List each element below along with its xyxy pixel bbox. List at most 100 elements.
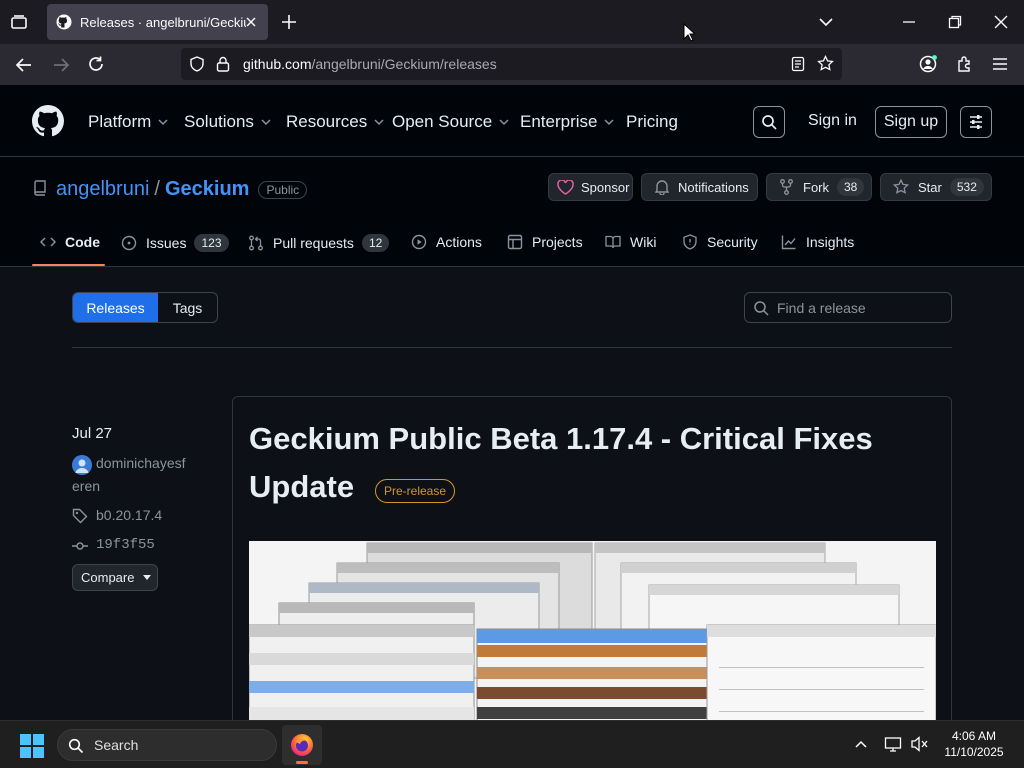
url-text: github.com/angelbruni/Geckium/releases xyxy=(243,56,497,72)
releases-toggle-button[interactable]: Releases xyxy=(73,293,158,322)
nav-platform[interactable]: Platform xyxy=(88,112,169,132)
tab-code[interactable]: Code xyxy=(40,234,100,250)
star-count: 532 xyxy=(949,178,984,196)
tab-insights[interactable]: Insights xyxy=(781,234,854,250)
show-hidden-icons-chevron-icon[interactable] xyxy=(854,737,868,751)
account-icon[interactable] xyxy=(919,55,937,73)
tab-title: Releases · angelbruni/Geckium xyxy=(80,14,246,30)
author-avatar[interactable] xyxy=(72,455,92,475)
star-icon xyxy=(893,179,909,195)
search-button[interactable] xyxy=(753,106,785,138)
nav-enterprise[interactable]: Enterprise xyxy=(520,112,615,132)
search-icon xyxy=(753,300,769,316)
issue-opened-icon xyxy=(121,235,146,251)
nav-enterprise-label: Enterprise xyxy=(520,112,598,131)
tab-projects[interactable]: Projects xyxy=(507,234,583,250)
repo-name-link[interactable]: Geckium xyxy=(165,178,249,201)
minimize-icon[interactable] xyxy=(901,14,917,30)
forward-arrow-icon[interactable] xyxy=(52,56,70,74)
nav-solutions[interactable]: Solutions xyxy=(184,112,272,132)
firefox-icon xyxy=(290,733,314,757)
nav-resources[interactable]: Resources xyxy=(286,112,385,132)
address-bar[interactable]: github.com/angelbruni/Geckium/releases xyxy=(181,48,842,80)
network-icon[interactable] xyxy=(884,735,902,753)
tab-wiki-label: Wiki xyxy=(630,234,657,250)
tab-code-label: Code xyxy=(65,234,100,250)
browser-tab[interactable]: Releases · angelbruni/Geckium xyxy=(47,4,268,40)
new-tab-icon[interactable] xyxy=(281,14,297,30)
tab-security[interactable]: Security xyxy=(682,234,758,250)
visibility-badge: Public xyxy=(258,180,308,199)
sign-up-button[interactable]: Sign up xyxy=(875,106,947,138)
find-release-input[interactable]: Find a release xyxy=(744,292,952,323)
notifications-button[interactable]: Notifications xyxy=(641,173,758,201)
tab-pull-requests[interactable]: Pull requests 12 xyxy=(248,234,390,252)
windows-taskbar: Search 4:06 AM 11/10/2025 xyxy=(0,720,1024,768)
repo-icon xyxy=(33,180,47,196)
tab-issues[interactable]: Issues 123 xyxy=(121,234,229,252)
bell-icon xyxy=(655,179,669,195)
browser-tab-strip: Releases · angelbruni/Geckium xyxy=(0,0,1024,44)
system-clock[interactable]: 4:06 AM 11/10/2025 xyxy=(938,728,1010,760)
github-favicon-icon xyxy=(56,14,72,30)
repo-owner-link[interactable]: angelbruni xyxy=(56,178,149,201)
shield-icon xyxy=(682,234,707,250)
book-icon xyxy=(605,234,630,250)
tab-close-icon[interactable] xyxy=(242,13,260,31)
tab-actions-label: Actions xyxy=(436,234,482,250)
sponsor-label: Sponsor xyxy=(581,179,630,195)
tracking-protection-shield-icon[interactable] xyxy=(189,56,205,72)
restore-icon[interactable] xyxy=(947,14,963,30)
hamburger-menu-icon[interactable] xyxy=(992,56,1008,72)
releases-tags-toggle: Releases Tags xyxy=(72,292,218,323)
tab-pull-requests-label: Pull requests xyxy=(273,235,354,251)
sponsor-button[interactable]: Sponsor xyxy=(548,173,633,201)
author-name-line1[interactable]: dominichayesf xyxy=(96,455,186,471)
play-circle-icon xyxy=(411,234,436,250)
divider xyxy=(72,347,952,348)
taskbar-search-box[interactable]: Search xyxy=(57,729,277,761)
github-logo-icon[interactable] xyxy=(32,105,64,137)
windows-start-icon[interactable] xyxy=(20,734,44,758)
tab-list-icon[interactable] xyxy=(10,13,28,31)
star-label: Star xyxy=(918,179,942,195)
caret-down-icon xyxy=(143,575,152,580)
tab-insights-label: Insights xyxy=(806,234,855,250)
back-arrow-icon[interactable] xyxy=(15,56,33,74)
bookmark-star-icon[interactable] xyxy=(817,55,834,72)
compare-button[interactable]: Compare xyxy=(72,564,158,591)
fork-button[interactable]: Fork 38 xyxy=(766,173,872,201)
pull-requests-count: 12 xyxy=(361,234,390,252)
reader-view-icon[interactable] xyxy=(790,56,806,72)
nav-open-source[interactable]: Open Source xyxy=(392,112,510,132)
tab-actions[interactable]: Actions xyxy=(411,234,482,250)
release-tag-link[interactable]: b0.20.17.4 xyxy=(96,507,162,523)
release-title-line2[interactable]: Update xyxy=(249,469,354,505)
release-commit-link[interactable]: 19f3f55 xyxy=(96,537,155,553)
fork-icon xyxy=(780,179,793,195)
star-button[interactable]: Star 532 xyxy=(880,173,992,201)
nav-pricing[interactable]: Pricing xyxy=(626,112,678,132)
tab-wiki[interactable]: Wiki xyxy=(605,234,656,250)
sign-in-link[interactable]: Sign in xyxy=(808,112,857,130)
chevron-down-icon xyxy=(373,116,385,128)
release-preview-image xyxy=(249,541,936,731)
repo-path-separator: / xyxy=(154,178,160,200)
taskbar-firefox-button[interactable] xyxy=(282,725,322,765)
list-all-tabs-chevron-icon[interactable] xyxy=(818,14,834,30)
settings-sliders-button[interactable] xyxy=(960,106,992,138)
tags-toggle-button[interactable]: Tags xyxy=(158,293,217,322)
nav-solutions-label: Solutions xyxy=(184,112,254,131)
site-lock-icon[interactable] xyxy=(216,56,230,72)
volume-muted-icon[interactable] xyxy=(910,735,930,753)
nav-resources-label: Resources xyxy=(286,112,368,131)
mouse-pointer-icon xyxy=(683,23,695,42)
release-title-line1[interactable]: Geckium Public Beta 1.17.4 - Critical Fi… xyxy=(249,421,873,457)
extensions-puzzle-icon[interactable] xyxy=(956,55,974,73)
release-card: Geckium Public Beta 1.17.4 - Critical Fi… xyxy=(232,396,952,736)
reload-icon[interactable] xyxy=(87,55,105,73)
search-icon xyxy=(68,738,84,754)
close-window-icon[interactable] xyxy=(993,14,1009,30)
taskbar-search-label: Search xyxy=(94,737,139,753)
author-name-line2[interactable]: eren xyxy=(72,478,100,494)
